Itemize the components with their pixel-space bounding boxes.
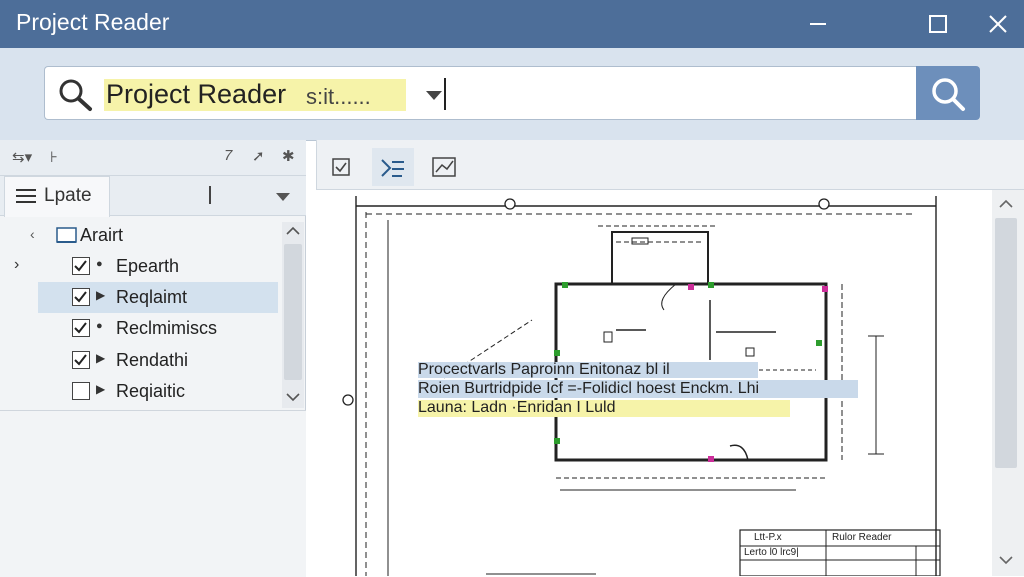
chevron-down-icon[interactable] xyxy=(274,191,292,203)
checkbox-tool-button[interactable] xyxy=(320,148,362,186)
annotation-line-3: Launa: Ladn ·Enridan I Luld xyxy=(418,399,616,416)
annotation-line-1: Procectvarls Paproinn Enitonaz bl il xyxy=(418,361,670,378)
checkmark-icon xyxy=(74,354,87,366)
text-cursor xyxy=(444,78,446,110)
search-value: Project Reader xyxy=(106,79,287,109)
tree-item[interactable]: ▶ Rendathi xyxy=(38,345,278,376)
scroll-down-icon[interactable] xyxy=(285,391,301,403)
collapse-icon[interactable]: ⇆▾ xyxy=(12,148,32,166)
checkbox[interactable] xyxy=(72,351,90,369)
chart-tool-button[interactable] xyxy=(424,148,466,186)
maximize-icon xyxy=(929,15,947,33)
canvas-scrollbar-thumb[interactable] xyxy=(995,218,1017,468)
tree-item-label: Rendathi xyxy=(116,350,189,370)
tree-item[interactable]: ▶ Reqiaitic xyxy=(38,376,278,407)
scroll-up-icon[interactable] xyxy=(998,198,1014,210)
expand-arrow-icon[interactable]: ▶ xyxy=(96,351,105,365)
annotation-line-2: Roien Burtridpide Icf =-Folidicl hoest E… xyxy=(418,380,760,397)
checkmark-icon xyxy=(74,260,87,272)
tree-item[interactable]: ● Reclmimiscs xyxy=(38,313,278,344)
expand-arrow-icon[interactable]: ▶ xyxy=(96,382,105,396)
tree-item[interactable]: ● Epearth xyxy=(38,251,278,282)
title-block-cell: Lerto l0 lrc9| xyxy=(744,547,799,558)
scroll-down-icon[interactable] xyxy=(998,554,1014,566)
arrow-icon[interactable]: ➚ xyxy=(252,147,265,165)
node-icon: ● xyxy=(96,320,103,332)
list-icon xyxy=(16,189,36,203)
left-panel-empty-area xyxy=(0,410,306,577)
tree-item-selected[interactable]: ▶ Reqlaimt xyxy=(38,282,278,313)
collapse-arrow-icon[interactable]: ‹ xyxy=(30,226,35,242)
checkmark-icon xyxy=(74,322,87,334)
minimize-button[interactable] xyxy=(804,10,832,38)
search-icon xyxy=(932,78,965,111)
pin-icon[interactable]: ⊦ xyxy=(50,148,58,166)
maximize-button[interactable] xyxy=(924,10,952,38)
checkbox-icon xyxy=(332,158,350,176)
tree-item-label: Reclmimiscs xyxy=(116,318,217,338)
title-block-cell: Rulor Reader xyxy=(832,532,892,543)
checkbox[interactable] xyxy=(72,319,90,337)
dropdown-arrow-icon[interactable] xyxy=(424,88,446,102)
drawing-canvas[interactable]: Procectvarls Paproinn Enitonaz bl il Roi… xyxy=(316,190,992,576)
search-suggestion: s:it...... xyxy=(306,84,371,109)
tree-root-label: Arairt xyxy=(80,225,124,245)
layers-icon xyxy=(381,159,404,177)
checkbox[interactable] xyxy=(72,382,90,400)
tree-item-label: Reqlaimt xyxy=(116,287,188,307)
folder-icon xyxy=(56,227,77,243)
checkmark-icon xyxy=(74,291,87,303)
window-title: Project Reader xyxy=(16,9,170,35)
settings-icon[interactable]: ✱ xyxy=(282,147,295,165)
checkbox[interactable] xyxy=(72,288,90,306)
tree-item-label: Reqiaitic xyxy=(116,381,186,401)
close-button[interactable] xyxy=(984,10,1012,38)
title-block-cell: Ltt-P.x xyxy=(754,532,782,543)
tab-separator xyxy=(209,186,211,204)
scroll-up-icon[interactable] xyxy=(285,225,301,237)
node-icon: ● xyxy=(96,258,103,270)
chart-icon xyxy=(432,157,456,177)
close-icon xyxy=(989,15,1007,33)
expand-arrow-icon[interactable]: ▶ xyxy=(96,288,105,302)
minimize-icon xyxy=(810,23,826,25)
left-scrollbar-thumb[interactable] xyxy=(284,244,302,380)
checkbox[interactable] xyxy=(72,257,90,275)
tree-item-label: Epearth xyxy=(116,256,180,276)
expand-arrow-icon[interactable]: › xyxy=(14,256,19,274)
search-icon xyxy=(59,79,92,111)
search-button[interactable] xyxy=(916,66,980,120)
layers-tool-button[interactable] xyxy=(372,148,414,186)
tab-label: Lpate xyxy=(44,185,92,206)
view-toolbar xyxy=(316,140,1024,190)
edit-icon[interactable]: 7 xyxy=(224,147,232,164)
